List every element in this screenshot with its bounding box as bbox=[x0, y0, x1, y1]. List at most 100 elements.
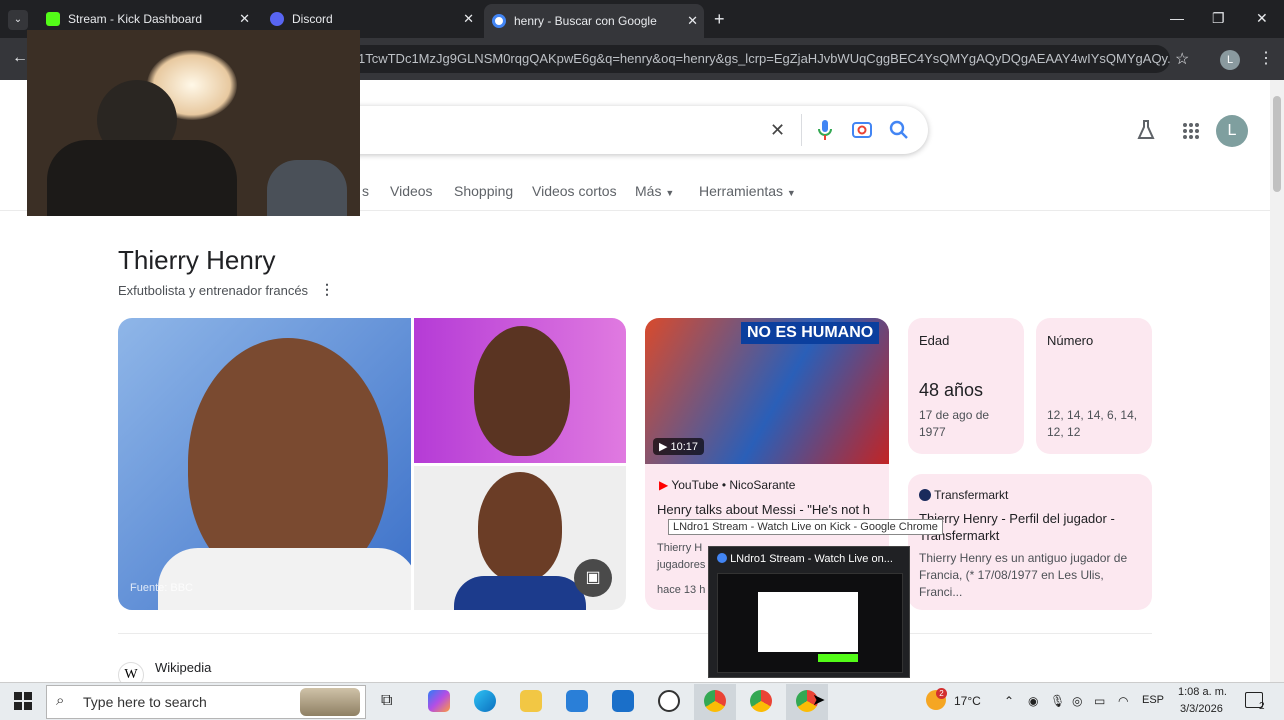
youtube-icon: ▶ bbox=[659, 478, 669, 492]
mail-icon[interactable] bbox=[612, 690, 634, 712]
tab-label: Más bbox=[635, 183, 662, 199]
mouse-cursor: ➤ bbox=[812, 692, 826, 709]
tab-imagenes-partial[interactable]: s bbox=[362, 183, 369, 199]
jersey-shape bbox=[454, 576, 586, 610]
weather-temp[interactable]: 17°C bbox=[954, 694, 981, 708]
edge-icon[interactable] bbox=[474, 690, 496, 712]
search-icon[interactable] bbox=[889, 120, 909, 145]
search-divider bbox=[801, 114, 802, 146]
obs-tray-icon[interactable]: ◉ bbox=[1028, 694, 1038, 708]
preview-thumbnail bbox=[717, 573, 903, 673]
clear-search-icon[interactable]: ✕ bbox=[770, 120, 785, 141]
fact-detail: 12, 14, 14, 6, 14, 12, 12 bbox=[1047, 408, 1138, 439]
microsoft-store-icon[interactable] bbox=[566, 690, 588, 712]
tab-videos-cortos[interactable]: Videos cortos bbox=[532, 183, 617, 199]
photo-top-right[interactable] bbox=[414, 318, 626, 463]
result-title[interactable]: Thierry Henry - Perfil del jugador - Tra… bbox=[919, 510, 1139, 544]
tab-videos[interactable]: Videos bbox=[390, 183, 433, 199]
minimize-button[interactable]: — bbox=[1170, 10, 1184, 26]
wikipedia-source[interactable]: Wikipedia bbox=[155, 660, 211, 675]
taskbar-window-preview[interactable]: LNdro1 Stream - Watch Live on... bbox=[708, 546, 910, 678]
preview-title: LNdro1 Stream - Watch Live on... bbox=[717, 553, 893, 565]
webcam-tray-icon[interactable]: ◎ bbox=[1072, 694, 1082, 708]
video-title[interactable]: Henry talks about Messi - "He's not h bbox=[657, 502, 870, 517]
video-snippet-1: Thierry H bbox=[657, 542, 703, 554]
preview-page bbox=[758, 592, 858, 652]
apps-grid-icon[interactable] bbox=[1182, 122, 1200, 145]
transfermarkt-icon bbox=[919, 489, 931, 501]
image-source-label: Fuente: BBC bbox=[130, 582, 193, 594]
photo-bottom-right[interactable]: ▣ bbox=[414, 466, 626, 610]
video-source: ▶ YouTube • NicoSarante bbox=[659, 478, 795, 492]
tab-herramientas[interactable]: Herramientas ▼ bbox=[699, 183, 796, 199]
discord-icon bbox=[270, 12, 284, 26]
restore-button[interactable]: ❐ bbox=[1212, 10, 1225, 27]
tab-shopping[interactable]: Shopping bbox=[454, 183, 513, 199]
main-photo[interactable]: Fuente: BBC bbox=[118, 318, 411, 610]
duration-text: 10:17 bbox=[670, 441, 699, 453]
source-text: Transfermarkt bbox=[934, 488, 1009, 502]
chevron-up-icon[interactable]: ⌃ bbox=[1004, 694, 1014, 708]
google-icon bbox=[492, 14, 506, 28]
entity-title: Thierry Henry bbox=[118, 245, 276, 275]
tab-search-button[interactable]: ⌄ bbox=[8, 10, 28, 30]
tab-discord[interactable]: Discord ✕ bbox=[262, 6, 480, 32]
caret-down-icon: ▼ bbox=[665, 188, 675, 198]
taskbar-tooltip: LNdro1 Stream - Watch Live on Kick - Goo… bbox=[668, 519, 943, 535]
microphone-icon[interactable] bbox=[818, 120, 832, 145]
close-tab-icon[interactable]: ✕ bbox=[239, 11, 250, 27]
close-window-button[interactable]: ✕ bbox=[1256, 10, 1268, 27]
fact-label: Número bbox=[1047, 333, 1094, 348]
transfermarkt-card[interactable]: Transfermarkt Thierry Henry - Perfil del… bbox=[908, 474, 1152, 610]
lens-camera-icon[interactable] bbox=[852, 120, 872, 145]
battery-icon[interactable]: ▭ bbox=[1094, 694, 1105, 708]
weather-badge: 2 bbox=[936, 688, 947, 699]
clock-time[interactable]: 1:08 a. m. bbox=[1178, 686, 1227, 698]
search-icon: ⌕ bbox=[56, 692, 65, 709]
tab-mas[interactable]: Más ▼ bbox=[635, 183, 674, 199]
thumbnail-caption: NO ES HUMANO bbox=[741, 322, 880, 344]
search-box[interactable] bbox=[300, 106, 928, 154]
windows-start-icon[interactable] bbox=[14, 692, 32, 715]
tab-title: henry - Buscar con Google bbox=[514, 14, 657, 28]
address-bar[interactable]: 1TcwTDc1MzJg9GLNSM0rqgQAKpwE6g&q=henry&o… bbox=[340, 45, 1170, 73]
fact-card-edad[interactable]: Edad 48 años 17 de ago de 1977 bbox=[908, 318, 1024, 454]
body-shape bbox=[47, 140, 237, 216]
elephants-highlight-icon bbox=[300, 688, 360, 716]
chrome-icon[interactable] bbox=[750, 690, 772, 712]
task-view-icon[interactable]: ⧉ bbox=[381, 692, 392, 710]
wifi-icon[interactable]: ◠ bbox=[1118, 694, 1128, 708]
file-explorer-icon[interactable] bbox=[520, 690, 542, 712]
result-source: Transfermarkt bbox=[919, 488, 1008, 502]
image-gallery-icon[interactable]: ▣ bbox=[574, 559, 612, 597]
profile-avatar[interactable]: L bbox=[1220, 50, 1240, 70]
new-tab-button[interactable]: + bbox=[714, 9, 725, 30]
google-account-avatar[interactable]: L bbox=[1216, 115, 1248, 147]
scrollbar-thumb[interactable] bbox=[1273, 96, 1281, 192]
tab-title: Discord bbox=[292, 12, 333, 26]
fact-card-numero[interactable]: Número 12, 14, 14, 6, 14, 12, 12 bbox=[1036, 318, 1152, 454]
clock-date[interactable]: 3/3/2026 bbox=[1180, 703, 1223, 715]
fact-value: 48 años bbox=[919, 380, 984, 400]
obs-icon[interactable] bbox=[658, 690, 680, 712]
chrome-icon[interactable] bbox=[704, 690, 726, 712]
labs-flask-icon[interactable] bbox=[1137, 120, 1155, 145]
close-tab-icon[interactable]: ✕ bbox=[463, 11, 474, 27]
tab-kick-dashboard[interactable]: Stream - Kick Dashboard ✕ bbox=[38, 6, 256, 32]
preview-kick-bar bbox=[818, 654, 858, 662]
mic-tray-icon[interactable]: 🎙 bbox=[1050, 694, 1065, 708]
language-indicator[interactable]: ESP bbox=[1142, 694, 1164, 706]
video-snippet-2: jugadores bbox=[657, 559, 706, 571]
face-shape bbox=[474, 326, 570, 456]
bookmark-star-icon[interactable]: ☆ bbox=[1175, 49, 1189, 69]
close-tab-icon[interactable]: ✕ bbox=[687, 13, 698, 29]
shirt-shape bbox=[158, 548, 411, 610]
tab-google-search[interactable]: henry - Buscar con Google ✕ bbox=[484, 4, 704, 38]
webcam-overlay bbox=[27, 30, 360, 216]
video-thumbnail: NO ES HUMANO ▶ 10:17 bbox=[645, 318, 889, 464]
menu-icon[interactable]: ⋮ bbox=[1258, 48, 1274, 68]
copilot-icon[interactable] bbox=[428, 690, 450, 712]
back-arrow-icon[interactable]: ← bbox=[12, 49, 28, 67]
more-options-icon[interactable]: ⋮ bbox=[320, 281, 334, 298]
title-text: LNdro1 Stream - Watch Live on... bbox=[730, 553, 893, 565]
